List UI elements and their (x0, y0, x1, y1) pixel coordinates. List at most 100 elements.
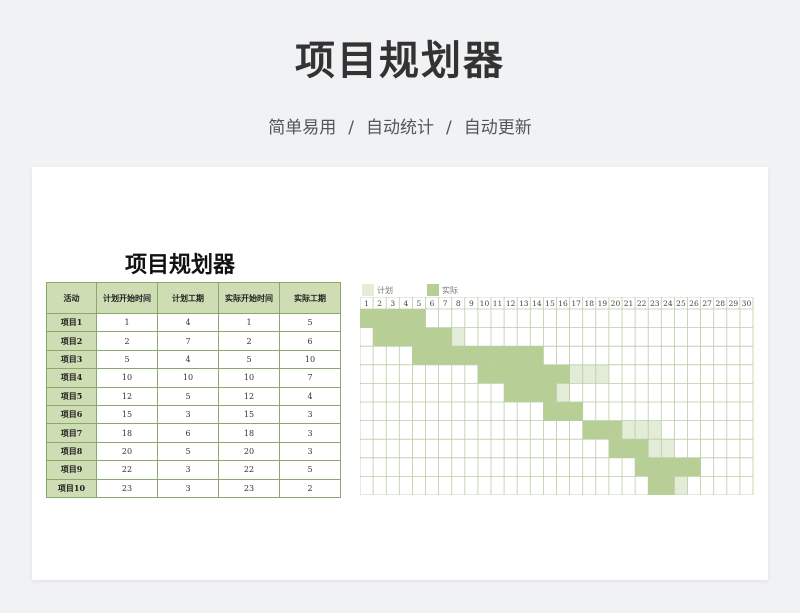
legend-actual-swatch (427, 284, 439, 296)
header-plan-duration: 计划工期 (157, 282, 219, 314)
plan-duration-cell: 3 (157, 478, 219, 498)
actual-start-cell: 23 (218, 478, 280, 498)
activity-name-cell: 项目4 (46, 368, 97, 388)
plan-duration-cell: 7 (157, 331, 219, 351)
actual-duration-cell: 6 (279, 331, 341, 351)
day-label: 18 (584, 299, 594, 308)
actual-duration-cell: 3 (279, 404, 341, 425)
plan-duration-cell: 4 (157, 312, 219, 333)
table-row: 项目10 23 3 23 2 (46, 478, 341, 498)
subtitle-feature-2: 自动统计 (366, 118, 434, 138)
actual-duration-cell: 5 (279, 460, 341, 480)
project-table: 活动 计划开始时间 计划工期 实际开始时间 实际工期 项目1 1 4 1 5 项目2 2 7 2… (46, 282, 341, 498)
plan-duration-cell: 3 (157, 460, 219, 480)
day-label: 7 (443, 299, 448, 308)
day-label: 16 (558, 299, 568, 308)
day-label: 24 (663, 299, 673, 308)
actual-bar (635, 457, 701, 477)
actual-bar (360, 309, 426, 328)
day-label: 28 (715, 299, 725, 308)
legend-actual: 实际 (427, 283, 458, 297)
activity-name-cell: 项目3 (46, 349, 97, 370)
plan-duration-cell: 4 (157, 349, 219, 370)
actual-bar (477, 364, 570, 384)
actual-start-cell: 5 (218, 349, 280, 370)
day-label: 11 (493, 299, 503, 308)
actual-bar (543, 402, 583, 421)
plan-duration-cell: 5 (157, 386, 219, 406)
actual-start-cell: 22 (218, 460, 280, 480)
day-label: 30 (742, 299, 752, 308)
table-row: 项目7 18 6 18 3 (46, 423, 341, 443)
legend-plan: 计划 (362, 283, 393, 297)
plan-start-cell: 2 (96, 331, 158, 351)
table-row: 项目5 12 5 12 4 (46, 386, 341, 406)
day-label: 22 (637, 299, 647, 308)
hero-title: 项目规划器 (295, 38, 505, 84)
activity-name-cell: 项目7 (46, 423, 97, 443)
plan-start-cell: 23 (96, 478, 158, 498)
day-label: 23 (650, 299, 660, 308)
day-label: 27 (702, 299, 712, 308)
day-label: 13 (519, 299, 529, 308)
plan-duration-cell: 3 (157, 404, 219, 425)
plan-duration-cell: 6 (157, 423, 219, 443)
subtitle-feature-1: 简单易用 (268, 118, 337, 138)
activity-name-cell: 项目2 (46, 331, 97, 351)
day-label: 1 (364, 299, 369, 308)
actual-duration-cell: 7 (279, 368, 341, 388)
day-label: 26 (689, 299, 699, 308)
sheet-title: 项目规划器 (124, 252, 235, 278)
day-label: 21 (624, 299, 634, 308)
day-label: 14 (532, 299, 542, 308)
day-label: 12 (506, 299, 516, 308)
actual-duration-cell: 10 (279, 349, 341, 370)
day-label: 25 (676, 299, 686, 308)
activity-name-cell: 项目10 (46, 478, 97, 498)
plan-start-cell: 12 (96, 386, 158, 406)
table-row: 项目6 15 3 15 3 (46, 404, 341, 425)
hero-subtitle: 简单易用 / 自动统计 / 自动更新 (0, 113, 800, 138)
table-row: 项目9 22 3 22 5 (46, 460, 341, 480)
plan-start-cell: 10 (96, 368, 158, 388)
day-label: 6 (430, 299, 435, 308)
gantt-chart: 1 2 3 4 5 6 7 8 9 10 11 12 13 14 15 16 17 18 19 20 21 22 23 24 2… (360, 297, 754, 495)
legend-plan-label: 计划 (377, 285, 393, 295)
legend-plan-swatch (362, 284, 374, 296)
actual-start-cell: 1 (218, 312, 280, 333)
actual-start-cell: 15 (218, 404, 280, 425)
day-label: 17 (571, 299, 581, 308)
plan-start-cell: 20 (96, 441, 158, 462)
actual-start-cell: 20 (218, 441, 280, 462)
header-plan-start: 计划开始时间 (96, 282, 158, 314)
plan-duration-cell: 10 (157, 368, 219, 388)
day-label: 5 (417, 299, 422, 308)
actual-start-cell: 12 (218, 386, 280, 406)
day-label: 10 (480, 299, 490, 308)
table-row: 项目3 5 4 5 10 (46, 349, 341, 370)
plan-start-cell: 22 (96, 460, 158, 480)
activity-name-cell: 项目6 (46, 404, 97, 425)
actual-start-cell: 10 (218, 368, 280, 388)
actual-duration-cell: 4 (279, 386, 341, 406)
actual-duration-cell: 2 (279, 478, 341, 498)
header-activity: 活动 (46, 282, 97, 314)
plan-start-cell: 18 (96, 423, 158, 443)
subtitle-separator: / (348, 118, 354, 138)
plan-start-cell: 1 (96, 312, 158, 333)
day-label: 19 (598, 299, 608, 308)
subtitle-separator: / (446, 118, 452, 138)
table-row: 项目2 2 7 2 6 (46, 331, 341, 351)
actual-duration-cell: 3 (279, 423, 341, 443)
activity-name-cell: 项目1 (46, 312, 97, 333)
actual-start-cell: 18 (218, 423, 280, 443)
day-label: 29 (729, 299, 739, 308)
legend-actual-label: 实际 (442, 285, 458, 295)
table-row: 项目4 10 10 10 7 (46, 368, 341, 388)
day-label: 8 (456, 299, 461, 308)
activity-name-cell: 项目5 (46, 386, 97, 406)
actual-bar (582, 420, 622, 440)
table-row: 项目1 1 4 1 5 (46, 312, 341, 333)
plan-duration-cell: 5 (157, 441, 219, 462)
header-actual-duration: 实际工期 (279, 282, 341, 314)
